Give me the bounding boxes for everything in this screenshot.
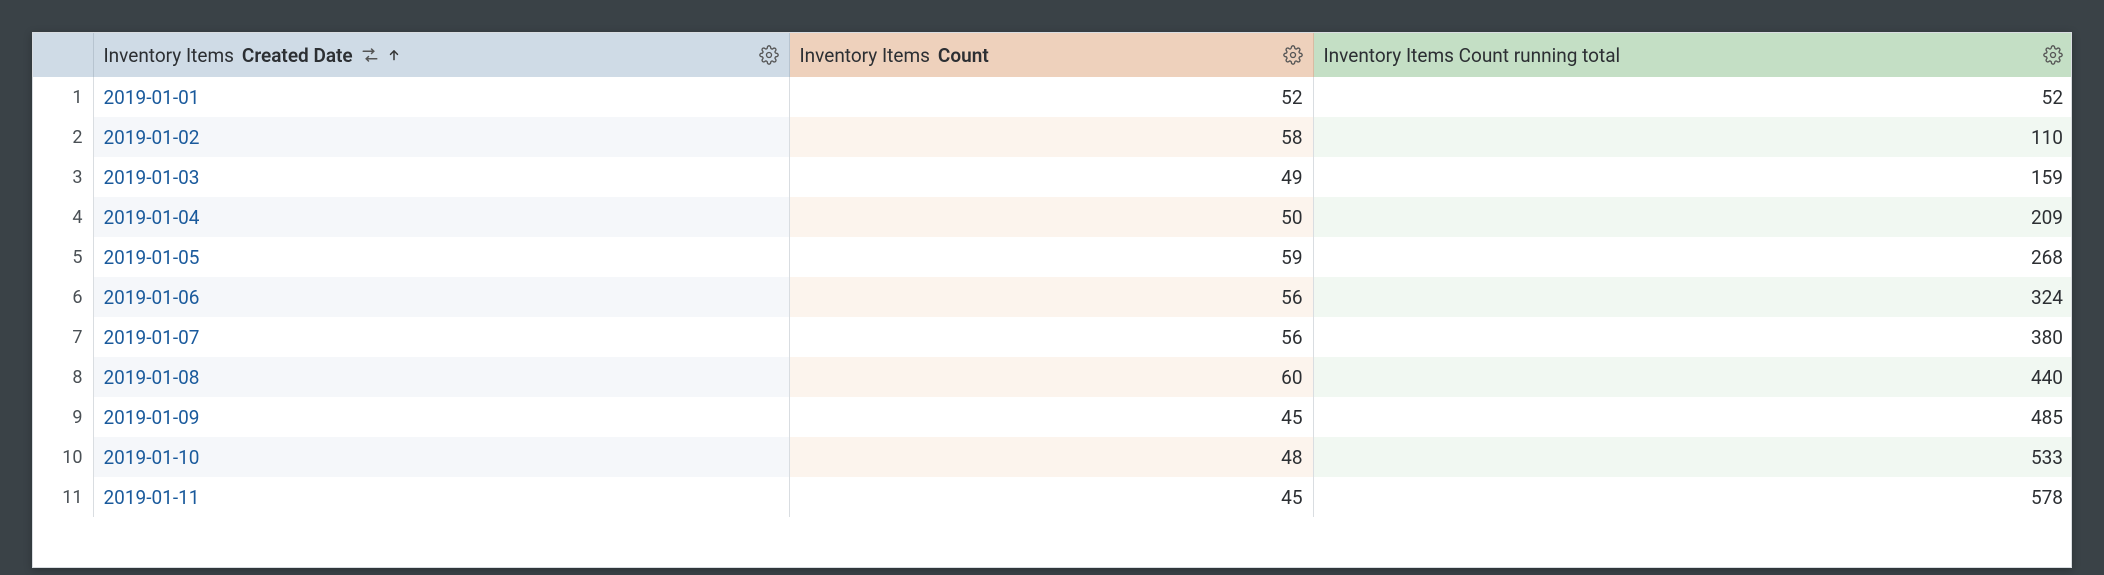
- table-row: 22019-01-0258110: [33, 117, 2072, 157]
- table-row: 12019-01-015252: [33, 77, 2072, 117]
- table-row: 72019-01-0756380: [33, 317, 2072, 357]
- table-row: 32019-01-0349159: [33, 157, 2072, 197]
- cell-created-date[interactable]: 2019-01-10: [93, 437, 789, 477]
- cell-running-total[interactable]: 209: [1313, 197, 2072, 237]
- cell-running-total[interactable]: 159: [1313, 157, 2072, 197]
- cell-count[interactable]: 56: [789, 317, 1313, 357]
- row-number: 1: [33, 77, 93, 117]
- table-row: 92019-01-0945485: [33, 397, 2072, 437]
- row-number: 11: [33, 477, 93, 517]
- cell-count[interactable]: 50: [789, 197, 1313, 237]
- cell-running-total[interactable]: 380: [1313, 317, 2072, 357]
- cell-count[interactable]: 60: [789, 357, 1313, 397]
- row-number: 4: [33, 197, 93, 237]
- cell-created-date[interactable]: 2019-01-02: [93, 117, 789, 157]
- cell-running-total[interactable]: 578: [1313, 477, 2072, 517]
- data-table: Inventory Items Created Date: [33, 33, 2072, 517]
- cell-count[interactable]: 58: [789, 117, 1313, 157]
- cell-running-total[interactable]: 52: [1313, 77, 2072, 117]
- cell-running-total[interactable]: 440: [1313, 357, 2072, 397]
- header-rownum: [33, 33, 93, 77]
- cell-created-date[interactable]: 2019-01-11: [93, 477, 789, 517]
- cell-running-total[interactable]: 485: [1313, 397, 2072, 437]
- cell-created-date[interactable]: 2019-01-01: [93, 77, 789, 117]
- row-number: 5: [33, 237, 93, 277]
- gear-icon[interactable]: [2043, 45, 2063, 65]
- sort-asc-icon[interactable]: [387, 48, 401, 62]
- header-created-date[interactable]: Inventory Items Created Date: [93, 33, 789, 77]
- drill-icon[interactable]: [361, 46, 379, 64]
- row-number: 9: [33, 397, 93, 437]
- cell-count[interactable]: 45: [789, 477, 1313, 517]
- header-count[interactable]: Inventory Items Count: [789, 33, 1313, 77]
- cell-created-date[interactable]: 2019-01-05: [93, 237, 789, 277]
- table-row: 112019-01-1145578: [33, 477, 2072, 517]
- table-row: 82019-01-0860440: [33, 357, 2072, 397]
- cell-count[interactable]: 52: [789, 77, 1313, 117]
- row-number: 8: [33, 357, 93, 397]
- gear-icon[interactable]: [1283, 45, 1303, 65]
- row-number: 7: [33, 317, 93, 357]
- header-running-total[interactable]: Inventory Items Count running total: [1313, 33, 2072, 77]
- cell-count[interactable]: 48: [789, 437, 1313, 477]
- table-row: 42019-01-0450209: [33, 197, 2072, 237]
- cell-created-date[interactable]: 2019-01-08: [93, 357, 789, 397]
- header-created-date-label: Inventory Items Created Date: [104, 44, 401, 67]
- table-row: 62019-01-0656324: [33, 277, 2072, 317]
- table-row: 52019-01-0559268: [33, 237, 2072, 277]
- cell-running-total[interactable]: 268: [1313, 237, 2072, 277]
- data-table-panel: Inventory Items Created Date: [32, 32, 2072, 568]
- table-row: 102019-01-1048533: [33, 437, 2072, 477]
- cell-count[interactable]: 56: [789, 277, 1313, 317]
- table-body: 12019-01-01525222019-01-025811032019-01-…: [33, 77, 2072, 517]
- cell-created-date[interactable]: 2019-01-09: [93, 397, 789, 437]
- cell-created-date[interactable]: 2019-01-03: [93, 157, 789, 197]
- table-header-row: Inventory Items Created Date: [33, 33, 2072, 77]
- cell-running-total[interactable]: 533: [1313, 437, 2072, 477]
- cell-count[interactable]: 59: [789, 237, 1313, 277]
- row-number: 2: [33, 117, 93, 157]
- cell-created-date[interactable]: 2019-01-07: [93, 317, 789, 357]
- cell-running-total[interactable]: 110: [1313, 117, 2072, 157]
- cell-created-date[interactable]: 2019-01-04: [93, 197, 789, 237]
- cell-count[interactable]: 49: [789, 157, 1313, 197]
- row-number: 3: [33, 157, 93, 197]
- cell-created-date[interactable]: 2019-01-06: [93, 277, 789, 317]
- cell-running-total[interactable]: 324: [1313, 277, 2072, 317]
- header-running-total-label: Inventory Items Count running total: [1324, 44, 1621, 67]
- gear-icon[interactable]: [759, 45, 779, 65]
- row-number: 10: [33, 437, 93, 477]
- row-number: 6: [33, 277, 93, 317]
- cell-count[interactable]: 45: [789, 397, 1313, 437]
- header-count-label: Inventory Items Count: [800, 44, 989, 67]
